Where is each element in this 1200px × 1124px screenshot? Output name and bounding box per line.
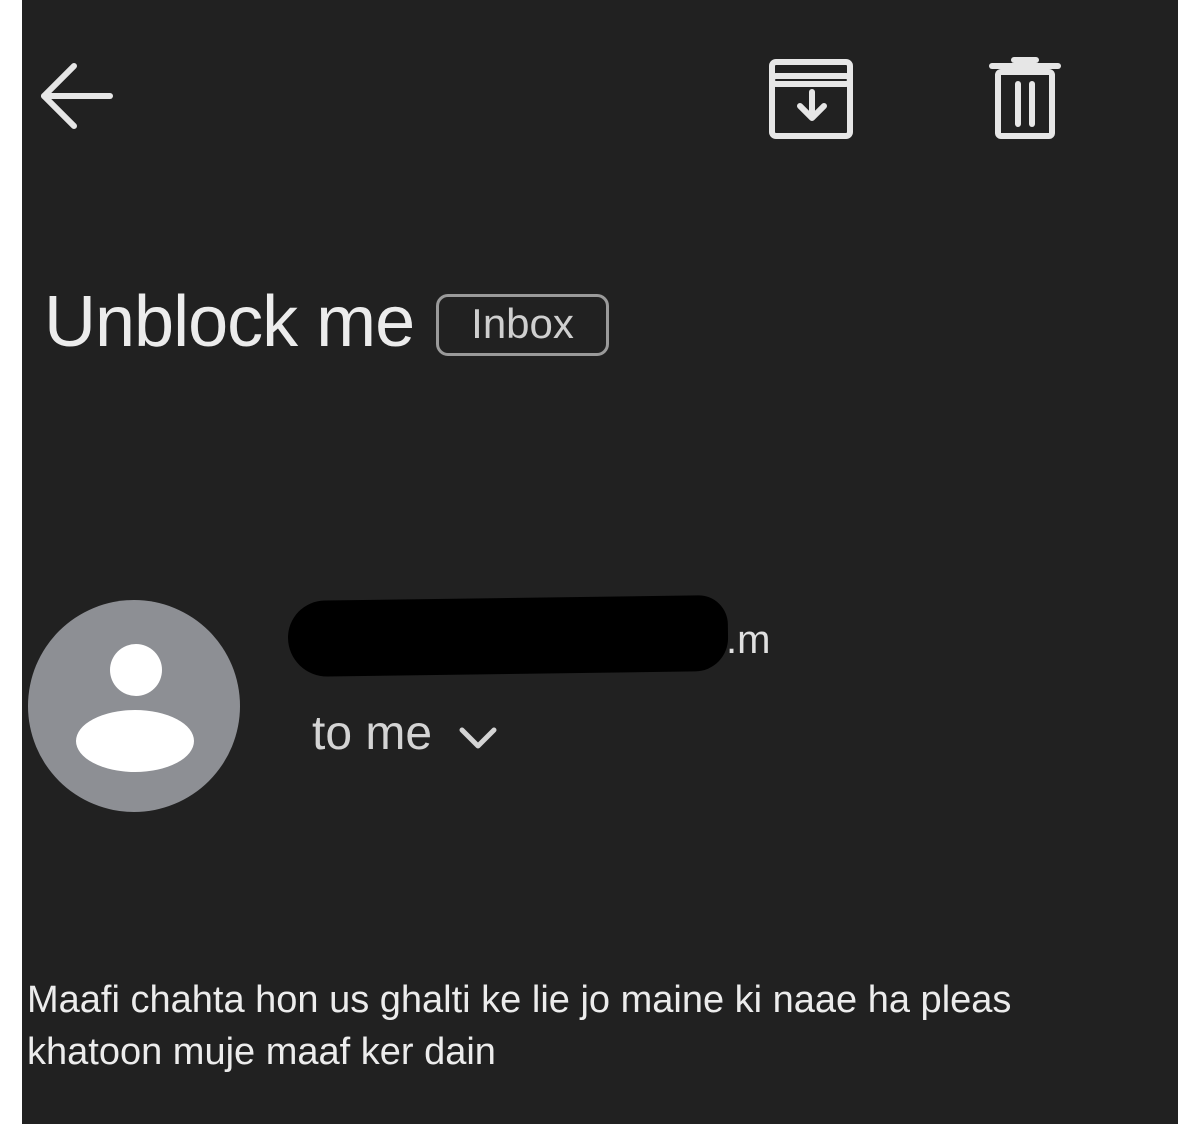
chevron-down-icon <box>456 722 500 752</box>
recipient-details-toggle[interactable]: to me <box>312 710 500 758</box>
email-view: Unblock me Inbox .m to me Maafi chahta h… <box>22 0 1178 1124</box>
archive-button[interactable] <box>766 54 858 146</box>
recipient-label: to me <box>312 707 433 760</box>
sender-avatar[interactable] <box>28 600 240 812</box>
sender-address-suffix: .m <box>726 618 771 662</box>
person-icon <box>110 644 162 696</box>
sender-name-redaction <box>287 594 729 678</box>
subject-row: Unblock me Inbox <box>44 286 609 358</box>
email-body-line: khatoon muje maaf ker dain <box>27 1031 496 1073</box>
delete-button[interactable] <box>988 54 1062 146</box>
back-button[interactable] <box>36 60 120 140</box>
email-body: Maafi chahta hon us ghalti ke lie jo mai… <box>27 974 1178 1078</box>
email-subject: Unblock me <box>44 282 415 362</box>
person-icon-body <box>76 710 194 772</box>
arrow-left-icon <box>41 63 113 129</box>
trash-icon <box>989 57 1061 139</box>
archive-icon <box>769 59 853 139</box>
email-body-line: Maafi chahta hon us ghalti ke lie jo mai… <box>27 979 1012 1021</box>
inbox-label-chip[interactable]: Inbox <box>436 294 609 356</box>
